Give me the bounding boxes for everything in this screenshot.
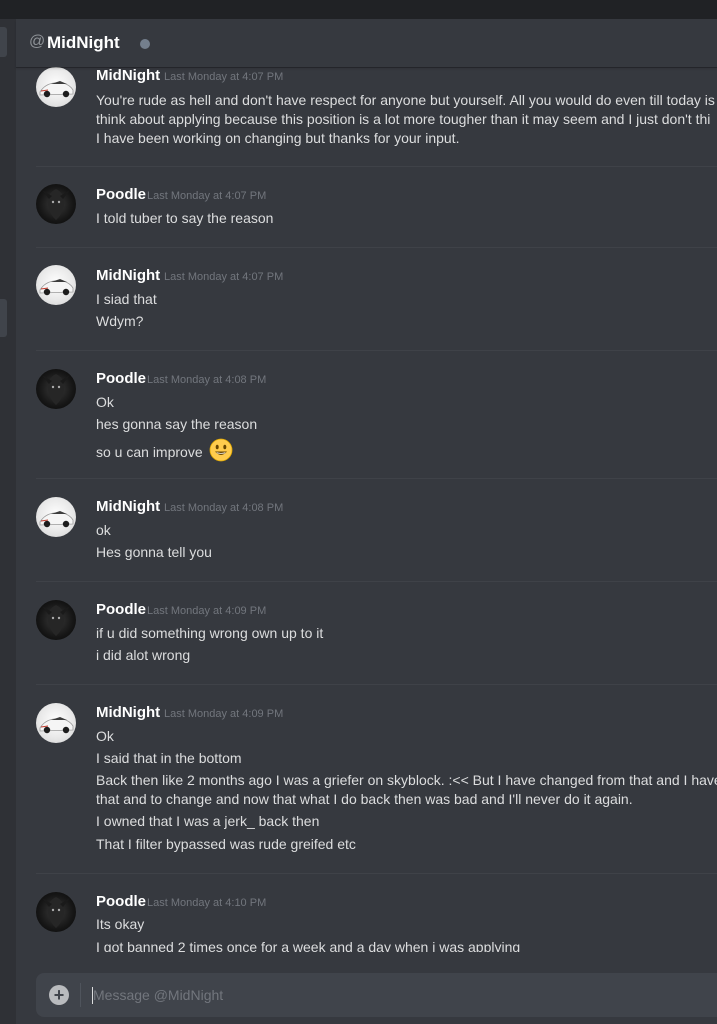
- message-divider: [36, 684, 717, 685]
- message-text: Back then like 2 months ago I was a grie…: [96, 772, 717, 788]
- message-text: Ok: [96, 728, 114, 744]
- avatar[interactable]: [36, 892, 76, 932]
- message-text: if u did something wrong own up to it: [96, 625, 324, 641]
- sidebar-tab[interactable]: [0, 27, 7, 57]
- sidebar-edge: [0, 19, 16, 1024]
- message-author[interactable]: MidNight: [96, 498, 160, 515]
- message-text: Wdym?: [96, 313, 144, 329]
- message-author[interactable]: MidNight: [96, 67, 160, 84]
- upload-plus-icon[interactable]: +: [49, 985, 69, 1005]
- message-divider: [36, 873, 717, 874]
- message-author[interactable]: Poodle: [96, 893, 146, 910]
- message-timestamp: Last Monday at 4:08 PM: [164, 502, 284, 514]
- message-author[interactable]: Poodle: [96, 601, 146, 618]
- message-text: Hes gonna tell you: [96, 544, 212, 560]
- avatar[interactable]: [36, 67, 76, 107]
- message-divider: [36, 350, 717, 351]
- avatar[interactable]: [36, 600, 76, 640]
- message-text: so u can improve: [96, 444, 203, 460]
- message-divider: [36, 581, 717, 582]
- message-input[interactable]: Message @MidNight: [93, 987, 223, 1003]
- message-text: I have been working on changing but than…: [96, 130, 460, 146]
- message-author[interactable]: Poodle: [96, 370, 146, 387]
- message-list[interactable]: MidNight Last Monday at 4:07 PM You're r…: [16, 67, 717, 952]
- message-timestamp: Last Monday at 4:10 PM: [147, 897, 267, 909]
- message-text: I told tuber to say the reason: [96, 210, 274, 226]
- avatar[interactable]: [36, 265, 76, 305]
- message-text: You're rude as hell and don't have respe…: [96, 92, 715, 108]
- message-timestamp: Last Monday at 4:09 PM: [164, 708, 284, 720]
- message-divider: [36, 247, 717, 248]
- window-title-bar: [0, 0, 717, 19]
- message-text: I siad that: [96, 291, 157, 307]
- message-text: i did alot wrong: [96, 647, 191, 663]
- message-divider: [36, 166, 717, 167]
- message-text: I got banned 2 times once for a week and…: [96, 939, 521, 952]
- message-text: I said that in the bottom: [96, 750, 242, 766]
- message-timestamp: Last Monday at 4:07 PM: [164, 271, 284, 283]
- message-text: I owned that I was a jerk_ back then: [96, 813, 320, 829]
- avatar[interactable]: [36, 184, 76, 224]
- dm-recipient-name[interactable]: MidNight: [47, 33, 120, 53]
- channel-header: @ MidNight: [16, 19, 717, 67]
- message-timestamp: Last Monday at 4:08 PM: [147, 374, 267, 386]
- at-icon: @: [29, 33, 46, 50]
- avatar[interactable]: [36, 497, 76, 537]
- offline-status-icon: [140, 39, 150, 49]
- smiley-emoji-icon: [209, 438, 233, 467]
- message-timestamp: Last Monday at 4:09 PM: [147, 605, 267, 617]
- message-author[interactable]: Poodle: [96, 186, 146, 203]
- message-divider: [36, 478, 717, 479]
- message-text: ok: [96, 522, 111, 538]
- message-composer: + Message @MidNight: [36, 973, 717, 1017]
- message-timestamp: Last Monday at 4:07 PM: [164, 71, 284, 83]
- avatar[interactable]: [36, 703, 76, 743]
- message-text: Ok: [96, 394, 114, 410]
- message-text: hes gonna say the reason: [96, 416, 258, 432]
- sidebar-tab[interactable]: [0, 299, 7, 337]
- message-text: Its okay: [96, 916, 145, 932]
- composer-divider: [80, 983, 81, 1007]
- message-line: so u can improve: [96, 438, 233, 467]
- message-text: think about applying because this positi…: [96, 111, 711, 127]
- message-text: That I filter bypassed was rude greifed …: [96, 836, 356, 852]
- message-timestamp: Last Monday at 4:07 PM: [147, 190, 267, 202]
- message-author[interactable]: MidNight: [96, 704, 160, 721]
- message-author[interactable]: MidNight: [96, 267, 160, 284]
- message-text: that and to change and now that what I d…: [96, 791, 633, 807]
- avatar[interactable]: [36, 369, 76, 409]
